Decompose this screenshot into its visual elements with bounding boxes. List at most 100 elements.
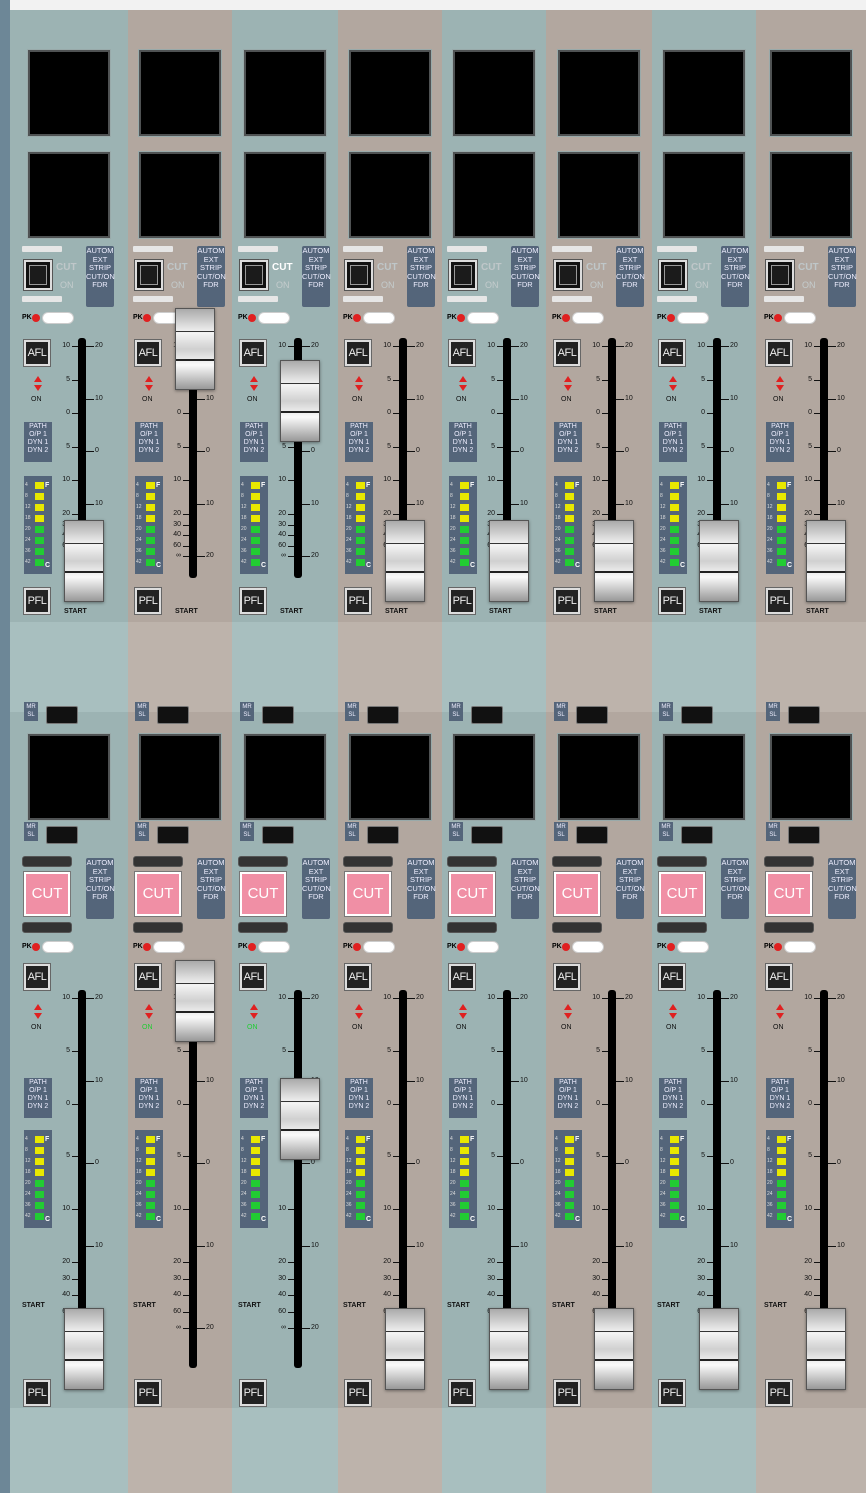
- fader-knob[interactable]: [64, 1308, 104, 1390]
- pfl-button-2[interactable]: PFL: [554, 1380, 580, 1406]
- afl-button[interactable]: AFL: [449, 340, 475, 366]
- automation-mode-box-2[interactable]: AUTOM EXT STRIP CUT/ON FDR: [197, 858, 226, 919]
- automation-mode-box-2[interactable]: AUTOM EXT STRIP CUT/ON FDR: [616, 858, 645, 919]
- cut-button[interactable]: CUT: [766, 872, 812, 916]
- mr-sl-button-1[interactable]: [262, 706, 294, 724]
- cut-on-button[interactable]: [554, 260, 582, 290]
- path-box-2[interactable]: PATH O/P 1 DYN 1 DYN 2: [135, 1078, 163, 1118]
- pfl-button-2[interactable]: PFL: [659, 1380, 685, 1406]
- cut-button[interactable]: CUT: [554, 872, 600, 916]
- pfl-button-2[interactable]: PFL: [24, 1380, 50, 1406]
- path-box-2[interactable]: PATH O/P 1 DYN 1 DYN 2: [240, 1078, 268, 1118]
- automation-mode-box[interactable]: AUTOM EXT STRIP CUT/ON FDR: [721, 246, 750, 307]
- path-box[interactable]: PATH O/P 1 DYN 1 DYN 2: [449, 422, 477, 462]
- automation-mode-box-2[interactable]: AUTOM EXT STRIP CUT/ON FDR: [407, 858, 436, 919]
- up-down-arrows[interactable]: [775, 376, 785, 392]
- fader-knob[interactable]: [489, 520, 529, 602]
- path-box-2[interactable]: PATH O/P 1 DYN 1 DYN 2: [554, 1078, 582, 1118]
- path-box-2[interactable]: PATH O/P 1 DYN 1 DYN 2: [345, 1078, 373, 1118]
- cut-button[interactable]: CUT: [24, 872, 70, 916]
- pfl-button[interactable]: PFL: [449, 588, 475, 614]
- up-down-arrows[interactable]: [354, 376, 364, 392]
- afl-button[interactable]: AFL: [24, 340, 50, 366]
- mr-sl-button-1[interactable]: [157, 706, 189, 724]
- afl-button-2[interactable]: AFL: [659, 964, 685, 990]
- mr-sl-button-2[interactable]: [46, 826, 78, 844]
- mr-sl-button-1[interactable]: [46, 706, 78, 724]
- cut-button[interactable]: CUT: [240, 872, 286, 916]
- mr-sl-button-1[interactable]: [788, 706, 820, 724]
- up-down-arrows-2[interactable]: [563, 1004, 573, 1020]
- pfl-button[interactable]: PFL: [659, 588, 685, 614]
- afl-button[interactable]: AFL: [554, 340, 580, 366]
- fader-knob[interactable]: [594, 1308, 634, 1390]
- mr-sl-button-2[interactable]: [262, 826, 294, 844]
- automation-mode-box-2[interactable]: AUTOM EXT STRIP CUT/ON FDR: [511, 858, 540, 919]
- mr-sl-button-2[interactable]: [788, 826, 820, 844]
- up-down-arrows-2[interactable]: [249, 1004, 259, 1020]
- fader-knob[interactable]: [699, 520, 739, 602]
- cut-on-button[interactable]: [240, 260, 268, 290]
- afl-button-2[interactable]: AFL: [766, 964, 792, 990]
- fader-knob[interactable]: [385, 1308, 425, 1390]
- mr-sl-button-1[interactable]: [367, 706, 399, 724]
- automation-mode-box[interactable]: AUTOM EXT STRIP CUT/ON FDR: [407, 246, 436, 307]
- automation-mode-box[interactable]: AUTOM EXT STRIP CUT/ON FDR: [616, 246, 645, 307]
- pfl-button[interactable]: PFL: [345, 588, 371, 614]
- pfl-button[interactable]: PFL: [766, 588, 792, 614]
- cut-on-button[interactable]: [766, 260, 794, 290]
- fader-knob[interactable]: [489, 1308, 529, 1390]
- afl-button[interactable]: AFL: [240, 340, 266, 366]
- afl-button-2[interactable]: AFL: [240, 964, 266, 990]
- cut-button[interactable]: CUT: [659, 872, 705, 916]
- pfl-button-2[interactable]: PFL: [766, 1380, 792, 1406]
- mr-sl-button-2[interactable]: [471, 826, 503, 844]
- fader-knob[interactable]: [175, 960, 215, 1042]
- automation-mode-box[interactable]: AUTOM EXT STRIP CUT/ON FDR: [511, 246, 540, 307]
- path-box[interactable]: PATH O/P 1 DYN 1 DYN 2: [554, 422, 582, 462]
- path-box[interactable]: PATH O/P 1 DYN 1 DYN 2: [659, 422, 687, 462]
- up-down-arrows-2[interactable]: [354, 1004, 364, 1020]
- up-down-arrows-2[interactable]: [458, 1004, 468, 1020]
- cut-on-button[interactable]: [449, 260, 477, 290]
- mr-sl-button-2[interactable]: [576, 826, 608, 844]
- path-box-2[interactable]: PATH O/P 1 DYN 1 DYN 2: [449, 1078, 477, 1118]
- cut-button[interactable]: CUT: [345, 872, 391, 916]
- up-down-arrows-2[interactable]: [775, 1004, 785, 1020]
- pfl-button[interactable]: PFL: [240, 588, 266, 614]
- afl-button-2[interactable]: AFL: [345, 964, 371, 990]
- path-box[interactable]: PATH O/P 1 DYN 1 DYN 2: [24, 422, 52, 462]
- automation-mode-box[interactable]: AUTOM EXT STRIP CUT/ON FDR: [86, 246, 115, 307]
- path-box-2[interactable]: PATH O/P 1 DYN 1 DYN 2: [659, 1078, 687, 1118]
- automation-mode-box-2[interactable]: AUTOM EXT STRIP CUT/ON FDR: [302, 858, 331, 919]
- up-down-arrows[interactable]: [144, 376, 154, 392]
- path-box[interactable]: PATH O/P 1 DYN 1 DYN 2: [766, 422, 794, 462]
- cut-on-button[interactable]: [135, 260, 163, 290]
- afl-button-2[interactable]: AFL: [135, 964, 161, 990]
- fader-knob[interactable]: [594, 520, 634, 602]
- path-box[interactable]: PATH O/P 1 DYN 1 DYN 2: [345, 422, 373, 462]
- mr-sl-button-1[interactable]: [471, 706, 503, 724]
- up-down-arrows[interactable]: [33, 376, 43, 392]
- pfl-button-2[interactable]: PFL: [345, 1380, 371, 1406]
- afl-button-2[interactable]: AFL: [24, 964, 50, 990]
- pfl-button-2[interactable]: PFL: [449, 1380, 475, 1406]
- cut-button[interactable]: CUT: [449, 872, 495, 916]
- pfl-button[interactable]: PFL: [135, 588, 161, 614]
- up-down-arrows-2[interactable]: [33, 1004, 43, 1020]
- mr-sl-button-1[interactable]: [576, 706, 608, 724]
- afl-button[interactable]: AFL: [345, 340, 371, 366]
- fader-knob[interactable]: [280, 1078, 320, 1160]
- fader-knob[interactable]: [806, 520, 846, 602]
- automation-mode-box[interactable]: AUTOM EXT STRIP CUT/ON FDR: [828, 246, 857, 307]
- up-down-arrows[interactable]: [458, 376, 468, 392]
- path-box-2[interactable]: PATH O/P 1 DYN 1 DYN 2: [24, 1078, 52, 1118]
- afl-button[interactable]: AFL: [766, 340, 792, 366]
- up-down-arrows[interactable]: [563, 376, 573, 392]
- cut-on-button[interactable]: [24, 260, 52, 290]
- pfl-button[interactable]: PFL: [554, 588, 580, 614]
- up-down-arrows[interactable]: [668, 376, 678, 392]
- path-box-2[interactable]: PATH O/P 1 DYN 1 DYN 2: [766, 1078, 794, 1118]
- automation-mode-box[interactable]: AUTOM EXT STRIP CUT/ON FDR: [197, 246, 226, 307]
- up-down-arrows[interactable]: [249, 376, 259, 392]
